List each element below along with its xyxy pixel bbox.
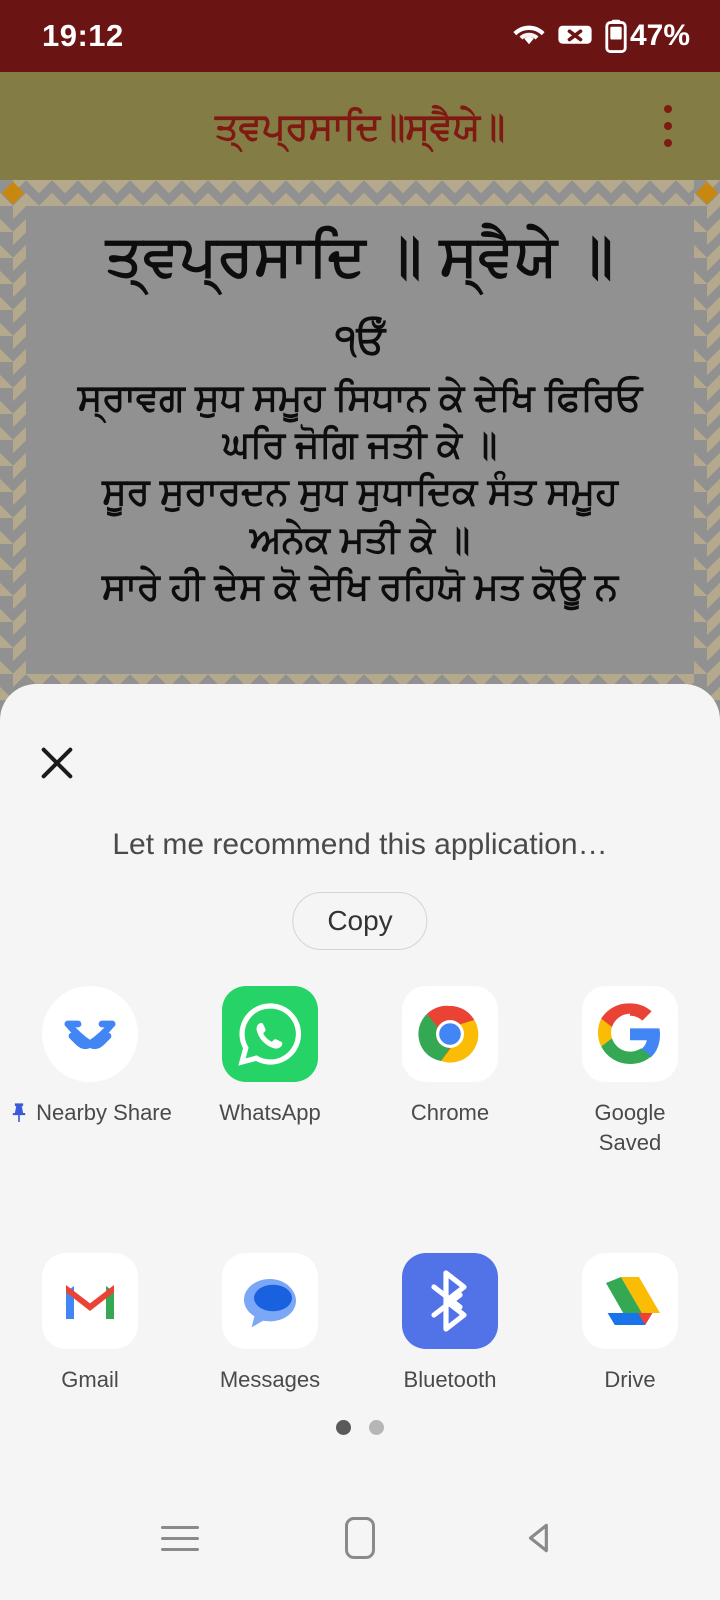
navigation-bar [0, 1476, 720, 1600]
no-sim-icon [557, 21, 593, 52]
google-icon [582, 986, 678, 1082]
home-icon[interactable] [318, 1496, 402, 1580]
app-bar: ਤ੍ਵਪ੍ਰਸਾਦਿ॥ਸ੍ਵੈਯੇ॥ [0, 72, 720, 180]
document-verses: ਸ੍ਰਾਵਗ ਸੁਧ ਸਮੂਹ ਸਿਧਾਨ ਕੇ ਦੇਖਿ ਫਿਰਿਓ ਘਰਿ … [26, 374, 694, 611]
chrome-icon [402, 986, 498, 1082]
gmail-icon [42, 1253, 138, 1350]
copy-button[interactable]: Copy [292, 892, 428, 950]
document-text-block: ਤ੍ਵਪ੍ਰਸਾਦਿ ॥ ਸ੍ਵੈਯੇ ॥ ੧ਓਁ ਸ੍ਰਾਵਗ ਸੁਧ ਸਮੂ… [26, 206, 694, 680]
whatsapp-icon [222, 986, 318, 1082]
messages-icon [222, 1253, 318, 1350]
share-target-label: Gmail [61, 1367, 119, 1393]
share-sheet: Let me recommend this application… Copy [0, 684, 720, 1476]
share-target-label: Google Saved [594, 1100, 666, 1155]
battery-icon [605, 19, 627, 53]
drive-icon [582, 1253, 678, 1350]
share-subject-text: Let me recommend this application… [112, 828, 608, 861]
page-dot-1[interactable] [336, 1420, 351, 1435]
pin-icon [12, 1103, 26, 1122]
share-target-gmail[interactable]: Gmail [0, 1253, 180, 1395]
share-target-chrome[interactable]: Chrome [360, 986, 540, 1157]
nearby-share-icon [42, 986, 138, 1082]
close-icon[interactable] [26, 732, 88, 794]
share-target-label: Bluetooth [403, 1367, 497, 1393]
share-target-label: WhatsApp [219, 1100, 321, 1125]
decorative-border-left [0, 180, 26, 700]
bluetooth-icon [402, 1253, 498, 1350]
share-target-drive[interactable]: Drive [540, 1253, 720, 1395]
decorative-border-top [0, 180, 720, 206]
more-vertical-icon[interactable] [646, 96, 690, 156]
share-target-label: Chrome [410, 1100, 490, 1125]
verse-line: ਅਨੇਕ ਮਤੀ ਕੇ ॥ [249, 518, 471, 560]
wifi-icon [512, 21, 546, 52]
share-target-label: Messages [219, 1367, 321, 1393]
share-target-grid: Nearby Share WhatsApp Chrome Google Save… [0, 986, 720, 1395]
share-target-bluetooth[interactable]: Bluetooth [360, 1253, 540, 1395]
app-bar-title: ਤ੍ਵਪ੍ਰਸਾਦਿ॥ਸ੍ਵੈਯੇ॥ [214, 105, 506, 147]
page-dot-2[interactable] [369, 1420, 384, 1435]
status-icons: 47% [512, 19, 690, 53]
phone-screen: 19:12 47% ਤ੍ਵਪ੍ਰਸਾਦਿ॥ਸ੍ਵੈਯੇ॥ ਤ੍ਵਪ੍ਰਸਾਦਿ … [0, 0, 720, 1600]
status-bar: 19:12 47% [0, 0, 720, 72]
verse-line: ਸਾਰੇ ਹੀ ਦੇਸ ਕੋ ਦੇਖਿ ਰਹਿਯੋ ਮਤ ਕੋਊ ਨ [101, 565, 619, 607]
decorative-border-right [694, 180, 720, 700]
page-indicator[interactable] [0, 1420, 720, 1435]
share-target-label: Nearby Share [36, 1100, 172, 1125]
ik-onkar-symbol: ੧ਓਁ [334, 317, 386, 362]
document-heading: ਤ੍ਵਪ੍ਰਸਾਦਿ ॥ ਸ੍ਵੈਯੇ ॥ [105, 224, 615, 288]
verse-line: ਘਰਿ ਜੋਗਿ ਜਤੀ ਕੇ ॥ [222, 423, 498, 465]
recents-icon[interactable] [138, 1496, 222, 1580]
status-clock: 19:12 [42, 18, 124, 53]
share-target-label: Drive [604, 1367, 656, 1393]
share-target-nearby-share[interactable]: Nearby Share [0, 986, 180, 1157]
share-target-google-saved[interactable]: Google Saved [540, 986, 720, 1157]
battery-percent: 47% [629, 19, 690, 52]
share-target-whatsapp[interactable]: WhatsApp [180, 986, 360, 1157]
verse-line: ਸ੍ਰਾਵਗ ਸੁਧ ਸਮੂਹ ਸਿਧਾਨ ਕੇ ਦੇਖਿ ਫਿਰਿਓ [77, 376, 643, 418]
document-content[interactable]: ਤ੍ਵਪ੍ਰਸਾਦਿ ॥ ਸ੍ਵੈਯੇ ॥ ੧ਓਁ ਸ੍ਰਾਵਗ ਸੁਧ ਸਮੂ… [0, 180, 720, 700]
back-icon[interactable] [498, 1496, 582, 1580]
share-target-messages[interactable]: Messages [180, 1253, 360, 1395]
verse-line: ਸੂਰ ਸੁਰਾਰਦਨ ਸੁਧ ਸੁਧਾਦਿਕ ਸੰਤ ਸਮੂਹ [102, 471, 618, 513]
battery-indicator: 47% [604, 19, 690, 53]
